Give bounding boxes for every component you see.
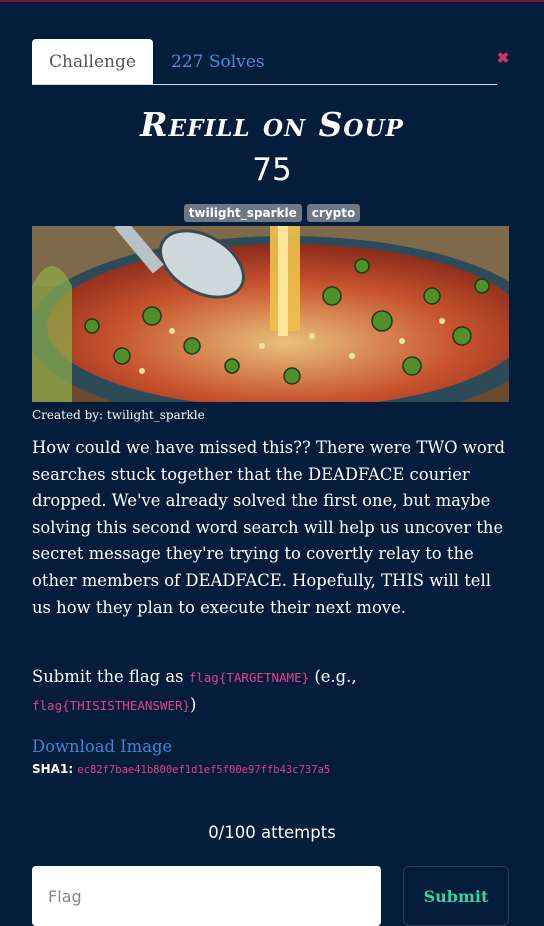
created-by: Created by: twilight_sparkle [32,408,205,422]
tag-category: crypto [306,204,361,222]
flag-format-code: flag{TARGETNAME} [188,670,310,685]
challenge-title: Refill on Soup [140,105,404,144]
tab-challenge[interactable]: Challenge [32,39,153,84]
soup-image [32,226,509,402]
sha1-value: ec82f7bae41b800ef1d1ef5f00e97ffb43c737a5 [77,764,331,776]
tab-solves[interactable]: 227 Solves [171,39,265,84]
tag-list: twilight_sparkle crypto [0,204,544,222]
download-image-link[interactable]: Download Image [32,737,172,756]
submit-mid: (e.g., [309,667,357,686]
submit-prefix: Submit the flag as [32,667,189,686]
flag-format-note: Submit the flag as flag{TARGETNAME} (e.g… [32,664,512,719]
flag-input[interactable] [32,866,381,926]
challenge-description: How could we have missed this?? There we… [32,438,506,617]
submit-suffix: ) [190,694,197,714]
sha1-label: SHA1: [32,762,78,776]
tag-author: twilight_sparkle [183,204,302,222]
challenge-points: 75 [252,152,292,188]
sha1-line: SHA1: ec82f7bae41b800ef1d1ef5f00e97ffb43… [32,762,330,776]
flag-example-code: flag{THISISTHEANSWER} [32,697,191,713]
submit-button[interactable]: Submit [403,866,509,926]
attempts-counter: 0/100 attempts [208,823,336,842]
close-icon[interactable]: ✖ [495,50,511,66]
challenge-tabs: Challenge 227 Solves [32,39,497,85]
